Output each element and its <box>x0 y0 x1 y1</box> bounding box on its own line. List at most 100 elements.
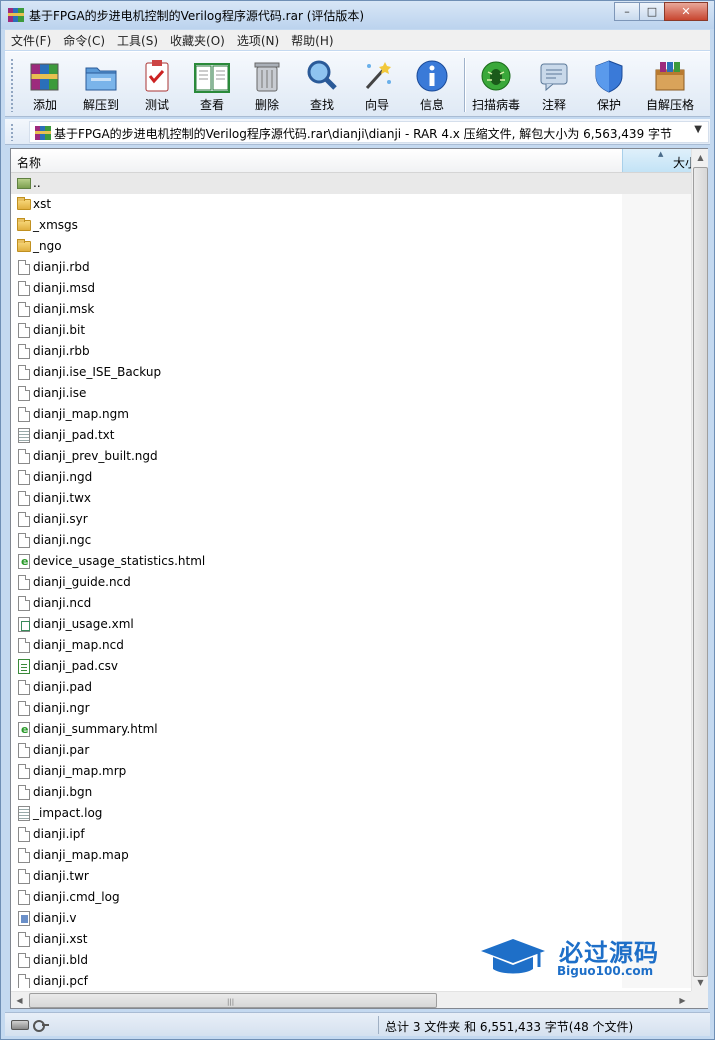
file-row[interactable]: _xmsgs <box>11 215 691 236</box>
file-row[interactable]: dianji.par6,27 <box>11 740 691 761</box>
file-row[interactable]: dianji.ngd24,37 <box>11 467 691 488</box>
file-row[interactable]: dianji.cmd_log2,33 <box>11 887 691 908</box>
file-row[interactable]: dianji.twr2,52 <box>11 866 691 887</box>
sfx-button[interactable]: 自解压格 <box>639 56 701 114</box>
vertical-scrollbar[interactable]: ▲ ▼ <box>691 149 708 991</box>
add-archive-icon <box>30 63 59 91</box>
file-row[interactable]: dianji_map.mrp6,15 <box>11 761 691 782</box>
address-grip[interactable] <box>10 123 14 141</box>
file-row[interactable]: device_usage_statistics.html15,83 <box>11 551 691 572</box>
test-button[interactable]: 测试 <box>129 56 185 114</box>
file-row[interactable]: dianji_usage.xml13,14 <box>11 614 691 635</box>
file-row[interactable]: dianji_guide.ncd14,37 <box>11 572 691 593</box>
file-row[interactable]: dianji_pad.csv9,56 <box>11 656 691 677</box>
file-row[interactable]: _impact.log3,92 <box>11 803 691 824</box>
file-row[interactable]: dianji_map.ncd10,55 <box>11 635 691 656</box>
file-row[interactable]: xst <box>11 194 691 215</box>
file-name: dianji.msk <box>33 302 95 316</box>
file-row[interactable]: dianji.msd2,407,75 <box>11 278 691 299</box>
test-label: 测试 <box>144 98 169 112</box>
file-name: dianji.syr <box>33 512 88 526</box>
horizontal-scroll-thumb[interactable]: ||| <box>29 993 437 1008</box>
address-dropdown-icon[interactable]: ▼ <box>694 124 702 135</box>
minimize-button[interactable]: – <box>614 2 640 21</box>
close-button[interactable]: ✕ <box>664 2 708 21</box>
virus-scan-button[interactable]: 扫描病毒 <box>468 56 524 114</box>
file-icon <box>17 785 31 801</box>
file-row[interactable]: _ngo <box>11 236 691 257</box>
file-name: dianji.msd <box>33 281 95 295</box>
file-row[interactable]: dianji.ngr8,67 <box>11 698 691 719</box>
title-bar[interactable]: 基于FPGA的步进电机控制的Verilog程序源代码.rar (评估版本) – … <box>1 1 714 29</box>
file-name: dianji_map.map <box>33 848 129 862</box>
comment-label: 注释 <box>541 98 566 112</box>
file-row[interactable]: dianji.v1,28 <box>11 908 691 929</box>
view-button[interactable]: 查看 <box>184 56 240 114</box>
menu-favorites[interactable]: 收藏夹(O) <box>164 32 231 49</box>
drive-icon[interactable] <box>11 1020 29 1030</box>
file-name: dianji.ngc <box>33 533 92 547</box>
scroll-up-icon[interactable]: ▲ <box>692 149 709 166</box>
test-icon <box>145 60 169 92</box>
file-row[interactable]: dianji.ise_ISE_Backup277,95 <box>11 362 691 383</box>
file-row[interactable]: dianji.ipf3,04 <box>11 824 691 845</box>
menu-file[interactable]: 文件(F) <box>5 32 57 49</box>
file-row[interactable]: dianji_prev_built.ngd24,37 <box>11 446 691 467</box>
file-row[interactable]: dianji.ise277,95 <box>11 383 691 404</box>
file-name: dianji.bld <box>33 953 88 967</box>
find-button[interactable]: 查找 <box>294 56 350 114</box>
maximize-button[interactable]: □ <box>639 2 665 21</box>
comment-button[interactable]: 注释 <box>526 56 582 114</box>
file-row[interactable]: dianji_pad.txt43,67 <box>11 425 691 446</box>
menu-help[interactable]: 帮助(H) <box>285 32 339 49</box>
menu-commands[interactable]: 命令(C) <box>57 32 111 49</box>
file-rows: ..xst_xmsgs_ngodianji.rbd2,407,75dianji.… <box>11 173 691 988</box>
key-icon[interactable] <box>33 1020 49 1032</box>
scroll-down-icon[interactable]: ▼ <box>692 974 709 991</box>
file-row[interactable]: dianji.msk283,84 <box>11 299 691 320</box>
file-name: dianji.bgn <box>33 785 93 799</box>
file-row[interactable]: .. <box>11 173 691 194</box>
virus-scan-label: 扫描病毒 <box>471 98 520 112</box>
address-field[interactable]: 基于FPGA的步进电机控制的Verilog程序源代码.rar\dianji\di… <box>29 121 709 143</box>
winrar-app-icon[interactable] <box>8 7 24 23</box>
file-row[interactable]: dianji_summary.html6,35 <box>11 719 691 740</box>
html-file-icon <box>17 554 31 570</box>
file-row[interactable]: dianji.bit283,84 <box>11 320 691 341</box>
file-row[interactable]: dianji.ncd14,37 <box>11 593 691 614</box>
horizontal-scrollbar[interactable]: ◀ ||| ▶ <box>11 991 691 1008</box>
delete-label: 删除 <box>254 98 279 112</box>
sfx-icon <box>655 62 685 91</box>
file-row[interactable]: dianji.pad9,53 <box>11 677 691 698</box>
toolbar-grip[interactable] <box>10 58 14 112</box>
file-row[interactable]: dianji.ngc15,98 <box>11 530 691 551</box>
file-icon <box>17 743 31 759</box>
add-button[interactable]: 添加 <box>17 56 73 114</box>
menu-tools[interactable]: 工具(S) <box>111 32 164 49</box>
file-row[interactable]: dianji.bgn4,91 <box>11 782 691 803</box>
file-row[interactable]: dianji.rbd2,407,75 <box>11 257 691 278</box>
file-icon <box>17 449 31 465</box>
file-row[interactable]: dianji_map.map2,57 <box>11 845 691 866</box>
wizard-button[interactable]: 向导 <box>349 56 405 114</box>
delete-button[interactable]: 删除 <box>239 56 295 114</box>
menu-options[interactable]: 选项(N) <box>231 32 285 49</box>
status-summary: 总计 3 文件夹 和 6,551,433 字节(48 个文件) <box>385 1020 634 1034</box>
archive-icon <box>35 125 51 140</box>
file-row[interactable]: dianji_map.ngm44,68 <box>11 404 691 425</box>
text-file-icon <box>17 428 31 444</box>
file-row[interactable]: dianji.twx18,15 <box>11 488 691 509</box>
extract-to-button[interactable]: 解压到 <box>73 56 129 114</box>
scroll-left-icon[interactable]: ◀ <box>11 992 28 1009</box>
file-row[interactable]: dianji.syr16,85 <box>11 509 691 530</box>
file-list: 名称 ▲ 大小 .. xst _xmsgs _ngo dianji.rbd2,407,7… <box>10 148 708 1009</box>
protect-button[interactable]: 保护 <box>581 56 637 114</box>
file-row[interactable]: dianji.rbb283,42 <box>11 341 691 362</box>
column-name[interactable]: 名称 <box>17 154 41 171</box>
vertical-scroll-thumb[interactable] <box>693 167 708 977</box>
column-size[interactable]: ▲ 大小 <box>622 149 697 172</box>
info-button[interactable]: 信息 <box>404 56 460 114</box>
scroll-right-icon[interactable]: ▶ <box>674 992 691 1009</box>
file-icon <box>17 575 31 591</box>
file-name: dianji.ise <box>33 386 87 400</box>
